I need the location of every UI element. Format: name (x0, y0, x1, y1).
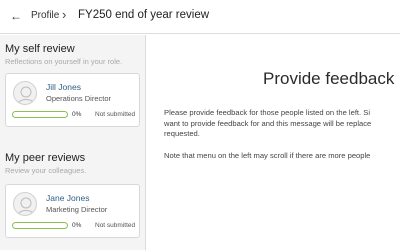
self-review-heading: My self review (5, 43, 75, 55)
instructions-line-3: requested. (164, 129, 200, 138)
self-review-subtitle: Reflections on yourself in your role. (5, 57, 123, 66)
instructions-line-2: want to provide feedback for and this me… (164, 118, 372, 128)
person-role: Marketing Director (46, 205, 108, 214)
progress-bar (12, 222, 68, 229)
page-title: FY250 end of year review (78, 9, 210, 21)
avatar-icon (13, 192, 37, 216)
main-heading: Provide feedback (263, 69, 395, 88)
peer-reviews-subtitle: Review your colleagues. (5, 166, 87, 175)
person-name: Jane Jones (46, 193, 90, 203)
sidebar[interactable]: My self review Reflections on yourself i… (0, 35, 146, 250)
progress-percent: 0% (72, 222, 82, 229)
peer-reviews-heading: My peer reviews (5, 152, 86, 164)
person-name: Jill Jones (46, 82, 81, 92)
status-text: Not submitted (95, 111, 136, 118)
progress-percent: 0% (72, 111, 82, 118)
main-panel: Provide feedback Please provide feedback… (147, 35, 400, 250)
status-text: Not submitted (95, 222, 136, 229)
peer-review-card[interactable]: Jane Jones Marketing Director 0% Not sub… (5, 184, 140, 238)
arrow-left-icon[interactable]: ← (10, 9, 22, 23)
chevron-right-icon: › (62, 7, 67, 22)
back-link-profile[interactable]: Profile (31, 10, 59, 21)
scroll-note: Note that menu on the left may scroll if… (164, 151, 371, 160)
self-review-card[interactable]: Jill Jones Operations Director 0% Not su… (5, 73, 140, 127)
person-role: Operations Director (46, 94, 112, 103)
top-bar: ← Profile › FY250 end of year review (0, 0, 400, 34)
avatar-icon (13, 81, 37, 105)
instructions-line-1: Please provide feedback for those people… (164, 108, 371, 117)
progress-bar (12, 111, 68, 118)
